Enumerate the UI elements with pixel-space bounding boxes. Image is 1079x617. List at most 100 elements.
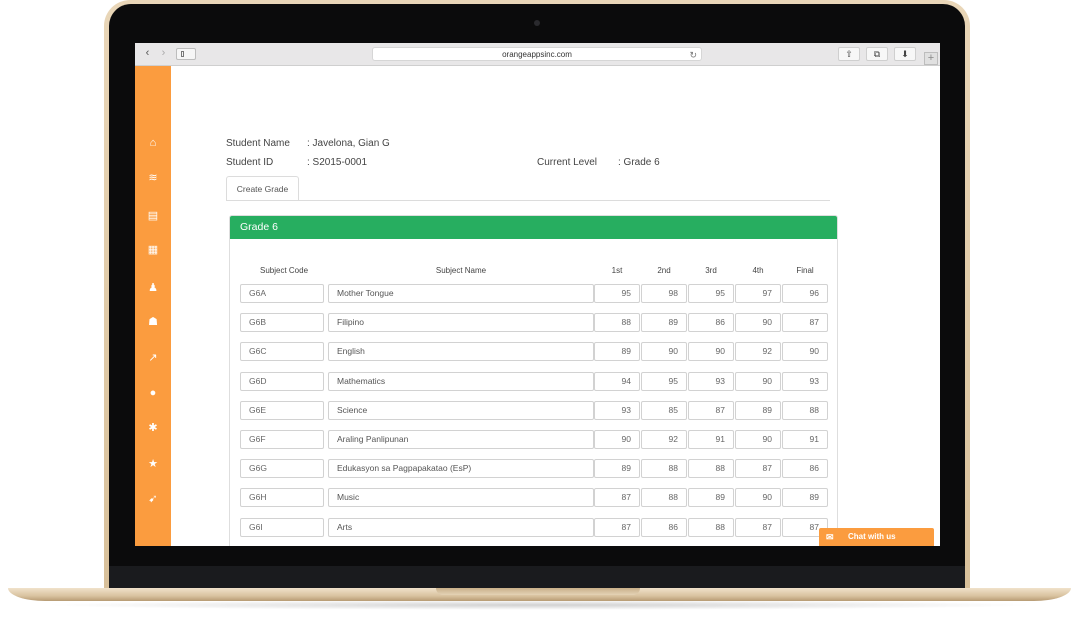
final-grade-field[interactable]: 91 xyxy=(782,430,828,449)
q3-grade-field[interactable]: 89 xyxy=(688,488,734,507)
q4-grade-field[interactable]: 97 xyxy=(735,284,781,303)
final-grade-field[interactable]: 87 xyxy=(782,313,828,332)
q2-grade-field[interactable]: 98 xyxy=(641,284,687,303)
student-name-label: Student Name xyxy=(226,138,290,149)
q1-grade-field[interactable]: 87 xyxy=(594,488,640,507)
q2-grade-field[interactable]: 88 xyxy=(641,459,687,478)
subject-code-field[interactable]: G6F xyxy=(240,430,324,449)
q2-grade-field[interactable]: 85 xyxy=(641,401,687,420)
q1-grade-field[interactable]: 93 xyxy=(594,401,640,420)
rocket-icon[interactable]: ➹ xyxy=(135,491,171,507)
q4-grade-field[interactable]: 87 xyxy=(735,518,781,537)
subject-name-field[interactable]: Arts xyxy=(328,518,594,537)
address-bar[interactable]: orangeappsinc.com ↻ xyxy=(372,47,702,61)
q3-grade-field[interactable]: 91 xyxy=(688,430,734,449)
q3-grade-field[interactable]: 88 xyxy=(688,459,734,478)
q2-grade-field[interactable]: 86 xyxy=(641,518,687,537)
laptop-screen: ‹ › orangeappsinc.com ↻ ⇧ ⧉ ⬇ + ⌂ ≋ ▤ ▦ ♟ ☗ ↗ ●… xyxy=(135,43,940,546)
q3-grade-field[interactable]: 95 xyxy=(688,284,734,303)
chat-with-us-button[interactable]: ✉ Chat with us xyxy=(819,528,934,546)
graduate-icon[interactable]: ♟ xyxy=(135,280,171,296)
q1-grade-field[interactable]: 90 xyxy=(594,430,640,449)
subject-name-field[interactable]: Araling Panlipunan xyxy=(328,430,594,449)
subject-name-field[interactable]: Filipino xyxy=(328,313,594,332)
subject-code-field[interactable]: G6D xyxy=(240,372,324,391)
reload-icon[interactable]: ↻ xyxy=(689,48,697,62)
q3-grade-field[interactable]: 88 xyxy=(688,518,734,537)
new-tab-icon[interactable]: + xyxy=(924,52,938,65)
header-q2: 2nd xyxy=(657,266,671,275)
q1-grade-field[interactable]: 95 xyxy=(594,284,640,303)
tab-divider xyxy=(226,200,830,201)
laptop-shadow xyxy=(40,600,1040,610)
subject-code-field[interactable]: G6C xyxy=(240,342,324,361)
subject-name-field[interactable]: Science xyxy=(328,401,594,420)
subject-code-field[interactable]: G6G xyxy=(240,459,324,478)
tab-create-grade[interactable]: Create Grade xyxy=(226,176,299,201)
student-id-value: : S2015-0001 xyxy=(307,157,368,168)
subject-name-field[interactable]: Mathematics xyxy=(328,372,594,391)
subject-name-field[interactable]: English xyxy=(328,342,594,361)
q4-grade-field[interactable]: 92 xyxy=(735,342,781,361)
final-grade-field[interactable]: 89 xyxy=(782,488,828,507)
forward-icon[interactable]: › xyxy=(157,47,170,60)
chart-icon[interactable]: ↗ xyxy=(135,350,171,366)
header-q1: 1st xyxy=(611,266,623,275)
subject-code-field[interactable]: G6B xyxy=(240,313,324,332)
q3-grade-field[interactable]: 87 xyxy=(688,401,734,420)
download-icon[interactable]: ⬇ xyxy=(894,47,916,61)
browser-toolbar: ‹ › orangeappsinc.com ↻ ⇧ ⧉ ⬇ + xyxy=(135,43,940,66)
main-content: Student Name : Javelona, Gian G Student … xyxy=(171,66,940,546)
q4-grade-field[interactable]: 87 xyxy=(735,459,781,478)
q1-grade-field[interactable]: 87 xyxy=(594,518,640,537)
header-final: Final xyxy=(796,266,814,275)
sidebar-toggle-icon[interactable] xyxy=(176,48,196,60)
chat-label: Chat with us xyxy=(848,532,896,541)
subject-name-field[interactable]: Music xyxy=(328,488,594,507)
student-id-label: Student ID xyxy=(226,157,274,168)
q4-grade-field[interactable]: 90 xyxy=(735,372,781,391)
document-icon[interactable]: ▤ xyxy=(135,208,171,224)
q3-grade-field[interactable]: 90 xyxy=(688,342,734,361)
users-icon[interactable]: ☗ xyxy=(135,314,171,330)
final-grade-field[interactable]: 93 xyxy=(782,372,828,391)
star-icon[interactable]: ★ xyxy=(135,456,171,472)
back-icon[interactable]: ‹ xyxy=(141,47,154,60)
q2-grade-field[interactable]: 89 xyxy=(641,313,687,332)
home-icon[interactable]: ⌂ xyxy=(135,135,171,151)
final-grade-field[interactable]: 96 xyxy=(782,284,828,303)
q4-grade-field[interactable]: 90 xyxy=(735,488,781,507)
subject-code-field[interactable]: G6H xyxy=(240,488,324,507)
header-subject-name: Subject Name xyxy=(435,266,487,275)
q1-grade-field[interactable]: 89 xyxy=(594,459,640,478)
subject-code-field[interactable]: G6E xyxy=(240,401,324,420)
envelope-icon: ✉ xyxy=(826,532,834,542)
q2-grade-field[interactable]: 90 xyxy=(641,342,687,361)
q1-grade-field[interactable]: 94 xyxy=(594,372,640,391)
q4-grade-field[interactable]: 90 xyxy=(735,313,781,332)
gear-icon[interactable]: ✱ xyxy=(135,420,171,436)
q4-grade-field[interactable]: 90 xyxy=(735,430,781,449)
subject-code-field[interactable]: G6A xyxy=(240,284,324,303)
q2-grade-field[interactable]: 92 xyxy=(641,430,687,449)
final-grade-field[interactable]: 88 xyxy=(782,401,828,420)
q2-grade-field[interactable]: 88 xyxy=(641,488,687,507)
subject-name-field[interactable]: Edukasyon sa Pagpapakatao (EsP) xyxy=(328,459,594,478)
head-icon[interactable]: ● xyxy=(135,385,171,401)
tabs-icon[interactable]: ⧉ xyxy=(866,47,888,61)
subject-code-field[interactable]: G6I xyxy=(240,518,324,537)
q2-grade-field[interactable]: 95 xyxy=(641,372,687,391)
layers-icon[interactable]: ≋ xyxy=(135,170,171,186)
q1-grade-field[interactable]: 89 xyxy=(594,342,640,361)
final-grade-field[interactable]: 86 xyxy=(782,459,828,478)
q1-grade-field[interactable]: 88 xyxy=(594,313,640,332)
subject-name-field[interactable]: Mother Tongue xyxy=(328,284,594,303)
q4-grade-field[interactable]: 89 xyxy=(735,401,781,420)
calendar-icon[interactable]: ▦ xyxy=(135,242,171,258)
laptop-notch xyxy=(436,588,640,595)
panel-title: Grade 6 xyxy=(230,216,837,239)
final-grade-field[interactable]: 90 xyxy=(782,342,828,361)
q3-grade-field[interactable]: 93 xyxy=(688,372,734,391)
q3-grade-field[interactable]: 86 xyxy=(688,313,734,332)
share-icon[interactable]: ⇧ xyxy=(838,47,860,61)
